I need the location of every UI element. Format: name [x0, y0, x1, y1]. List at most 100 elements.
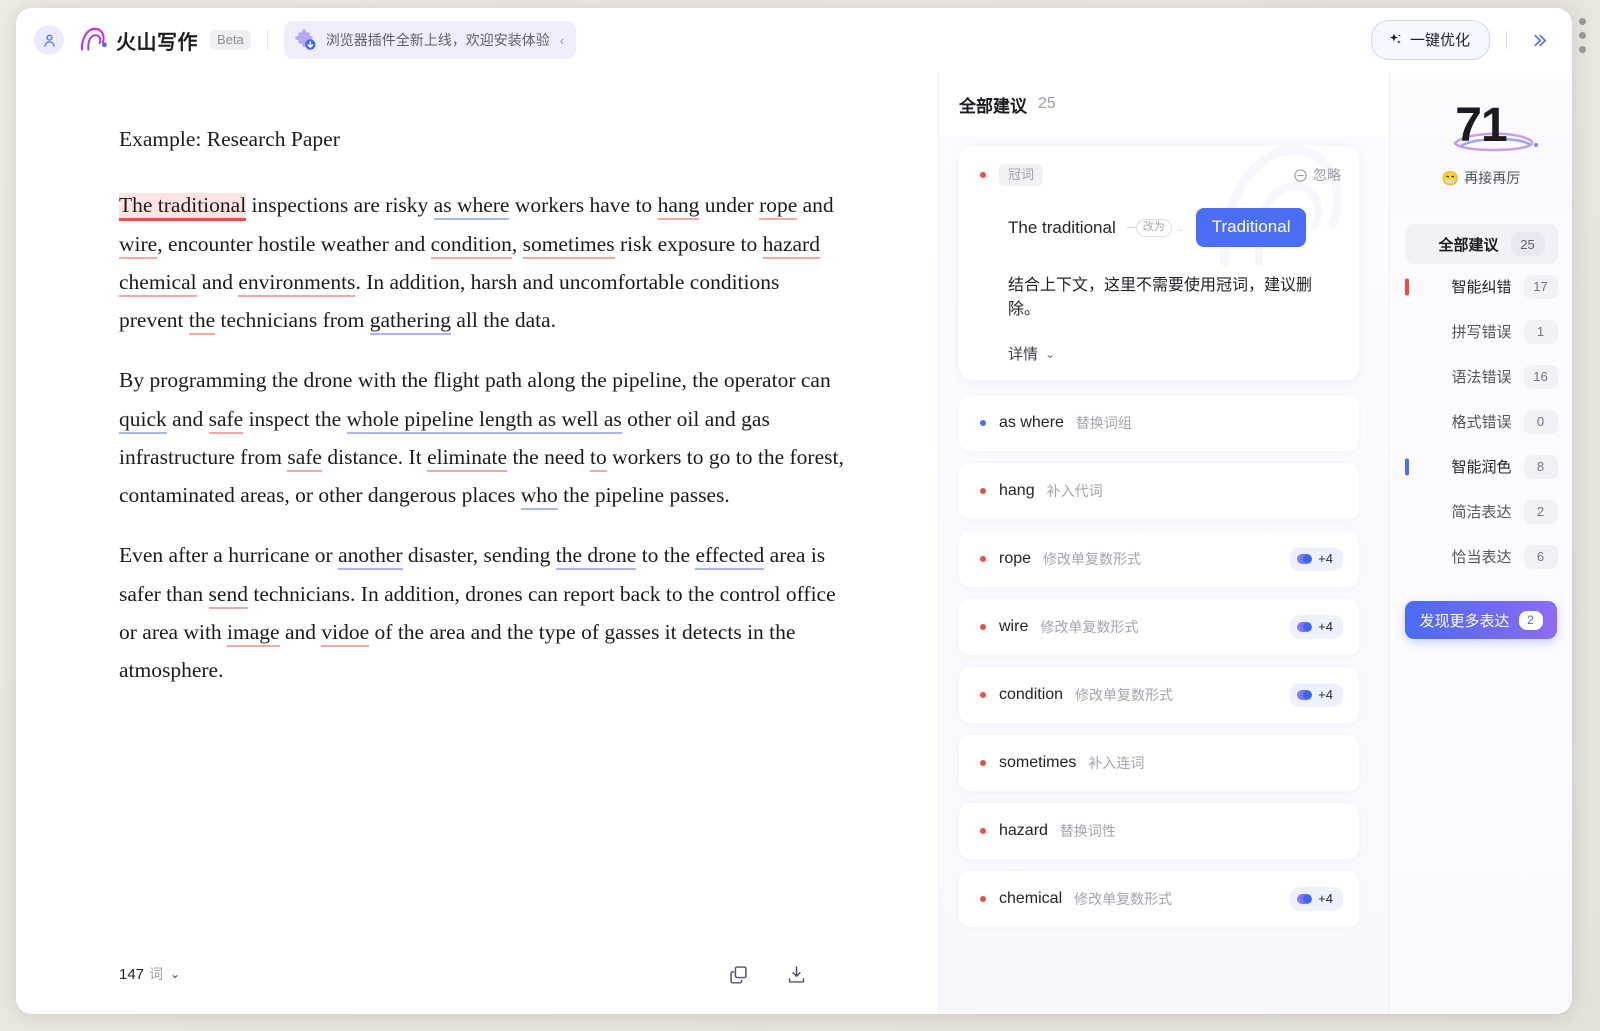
- chevron-down-icon: ⌄: [170, 967, 181, 981]
- avatar[interactable]: [34, 25, 64, 55]
- category-item[interactable]: 格式错误 0: [1405, 399, 1558, 444]
- polish-underline-text[interactable]: as where: [433, 193, 510, 221]
- polish-underline-text[interactable]: who: [520, 483, 558, 511]
- severity-dot: [980, 692, 986, 698]
- collapse-panel-button[interactable]: [1522, 23, 1556, 57]
- score-gain-value: +4: [1318, 619, 1333, 634]
- suggestion-kind: 补入连词: [1088, 755, 1145, 771]
- category-item[interactable]: 恰当表达 6: [1405, 534, 1558, 579]
- error-underline-text[interactable]: safe: [208, 406, 244, 434]
- category-item[interactable]: 拼写错误 1: [1405, 309, 1558, 354]
- arrow-line: [1126, 227, 1136, 228]
- suggestion-list-item[interactable]: hang 补入代词: [959, 463, 1359, 519]
- category-color-bar: [1404, 278, 1409, 295]
- active-suggestion-card[interactable]: 冠词 忽略 The traditional 改为 → Traditional 结…: [959, 146, 1359, 380]
- suggestion-list-item[interactable]: rope 修改单复数形式 +4: [959, 531, 1359, 587]
- discover-more-label: 发现更多表达: [1419, 612, 1510, 630]
- document-content[interactable]: Example: Research Paper The traditional …: [119, 120, 848, 689]
- word-count-control[interactable]: 147 词 ⌄: [119, 964, 180, 984]
- error-underline-text[interactable]: chemical: [119, 269, 197, 297]
- editor-scroll-area[interactable]: Example: Research Paper The traditional …: [16, 72, 938, 940]
- polish-underline-text[interactable]: effected: [695, 543, 765, 571]
- error-underline-text[interactable]: to: [590, 444, 607, 472]
- editor-footer-actions: [724, 960, 848, 988]
- score-gain-badge: +4: [1290, 683, 1343, 707]
- ignore-button[interactable]: 忽略: [1293, 165, 1341, 185]
- divider: [266, 30, 268, 50]
- copy-icon: [729, 965, 747, 984]
- score-gain-badge: +4: [1290, 615, 1343, 639]
- category-item[interactable]: 语法错误 16: [1405, 354, 1558, 399]
- divider: [1506, 31, 1507, 49]
- document-paragraph: The traditional inspections are risky as…: [119, 186, 848, 339]
- document-title: Example: Research Paper: [119, 127, 340, 151]
- suggestion-word: chemical: [999, 890, 1063, 907]
- error-underline-text[interactable]: wire: [119, 231, 158, 259]
- error-underline-text[interactable]: hang: [657, 193, 700, 221]
- suggestion-list-item[interactable]: chemical 修改单复数形式 +4: [959, 871, 1359, 927]
- error-underline-text[interactable]: eliminate: [427, 444, 508, 472]
- top-bar-actions: 一键优化: [1370, 20, 1558, 60]
- category-count: 2: [1523, 499, 1558, 524]
- suggestion-word: hazard: [999, 822, 1048, 839]
- error-underline-text[interactable]: condition: [430, 231, 512, 259]
- category-label: 拼写错误: [1451, 324, 1512, 341]
- category-count: 0: [1523, 409, 1558, 434]
- error-underline-text[interactable]: image: [227, 619, 280, 647]
- category-item[interactable]: 智能润色 8: [1404, 444, 1558, 489]
- detail-toggle[interactable]: 详情 ⌄: [1008, 343, 1341, 364]
- score-box: 71 😁 再接再厉: [1390, 72, 1572, 210]
- suggestions-header: 全部建议 25: [939, 72, 1389, 136]
- chevron-left-icon: ‹: [559, 32, 565, 48]
- suggestion-list-item[interactable]: sometimes 补入连词: [959, 735, 1359, 791]
- category-item[interactable]: 智能纠错 17: [1404, 264, 1558, 309]
- suggestion-kind: 修改单复数形式: [1074, 891, 1173, 907]
- discover-more-button[interactable]: 发现更多表达 2: [1405, 601, 1557, 639]
- score-gain-badge: +4: [1290, 547, 1343, 571]
- suggestion-list-item[interactable]: as where 替换词组: [959, 395, 1359, 451]
- suggestion-kind: 修改单复数形式: [1043, 551, 1142, 567]
- polish-underline-text[interactable]: another: [338, 543, 403, 571]
- polish-underline-text[interactable]: quick: [119, 406, 167, 434]
- replacement-button[interactable]: Traditional: [1195, 208, 1307, 247]
- suggestion-list-item[interactable]: condition 修改单复数形式 +4: [959, 667, 1359, 723]
- top-bar: 火山写作 Beta 浏览器插件全新上线，欢迎安装体验 ‹ 一键优化: [16, 8, 1572, 72]
- error-underline-text[interactable]: hazard: [762, 231, 820, 259]
- edge-dot: [1579, 18, 1586, 25]
- polish-underline-text[interactable]: the drone: [555, 543, 637, 571]
- original-text: The traditional: [1008, 217, 1116, 237]
- download-button[interactable]: [782, 960, 810, 988]
- error-underline-text[interactable]: the: [188, 308, 216, 336]
- suggestion-list-item[interactable]: wire 修改单复数形式 +4: [959, 599, 1359, 655]
- severity-dot: [980, 172, 986, 178]
- window-edge-menu[interactable]: [1579, 18, 1586, 53]
- suggestions-list[interactable]: 冠词 忽略 The traditional 改为 → Traditional 结…: [939, 136, 1389, 1014]
- suggestion-list-item[interactable]: hazard 替换词性: [959, 803, 1359, 859]
- document-paragraph: By programming the drone with the flight…: [119, 361, 848, 514]
- highlighted-error-text[interactable]: The traditional: [119, 193, 247, 222]
- suggestions-pane: 全部建议 25 冠词 忽略 The traditional 改为 → Tradi…: [938, 72, 1389, 1014]
- category-item[interactable]: 简洁表达 2: [1405, 489, 1558, 534]
- one-click-optimize-button[interactable]: 一键优化: [1370, 20, 1490, 60]
- extension-promo-banner[interactable]: 浏览器插件全新上线，欢迎安装体验 ‹: [283, 21, 577, 59]
- error-underline-text[interactable]: sometimes: [522, 231, 615, 259]
- error-underline-text[interactable]: environments: [238, 269, 356, 297]
- category-all[interactable]: 全部建议 25: [1404, 224, 1558, 264]
- ignore-label: 忽略: [1313, 167, 1341, 183]
- error-underline-text[interactable]: safe: [287, 444, 322, 472]
- error-underline-text[interactable]: rope: [759, 193, 798, 221]
- puzzle-extension-icon: [293, 28, 317, 52]
- category-label: 智能纠错: [1451, 279, 1512, 296]
- app-window: 火山写作 Beta 浏览器插件全新上线，欢迎安装体验 ‹ 一键优化 Exampl…: [16, 8, 1572, 1014]
- error-underline-text[interactable]: send: [208, 581, 248, 609]
- category-list: 智能纠错 17 拼写错误 1 语法错误 16 格式错误 0 智能润色 8 简洁表达 2 恰当表达 6: [1404, 264, 1558, 579]
- polish-underline-text[interactable]: gathering: [369, 308, 451, 336]
- severity-dot: [980, 420, 986, 426]
- polish-underline-text[interactable]: whole pipeline length as well as: [346, 406, 622, 434]
- suggestion-word: wire: [999, 618, 1029, 635]
- suggestion-word: condition: [999, 686, 1064, 703]
- error-underline-text[interactable]: vidoe: [321, 619, 370, 647]
- copy-button[interactable]: [724, 960, 752, 988]
- brand[interactable]: 火山写作 Beta: [78, 25, 251, 55]
- severity-dot: [980, 556, 986, 562]
